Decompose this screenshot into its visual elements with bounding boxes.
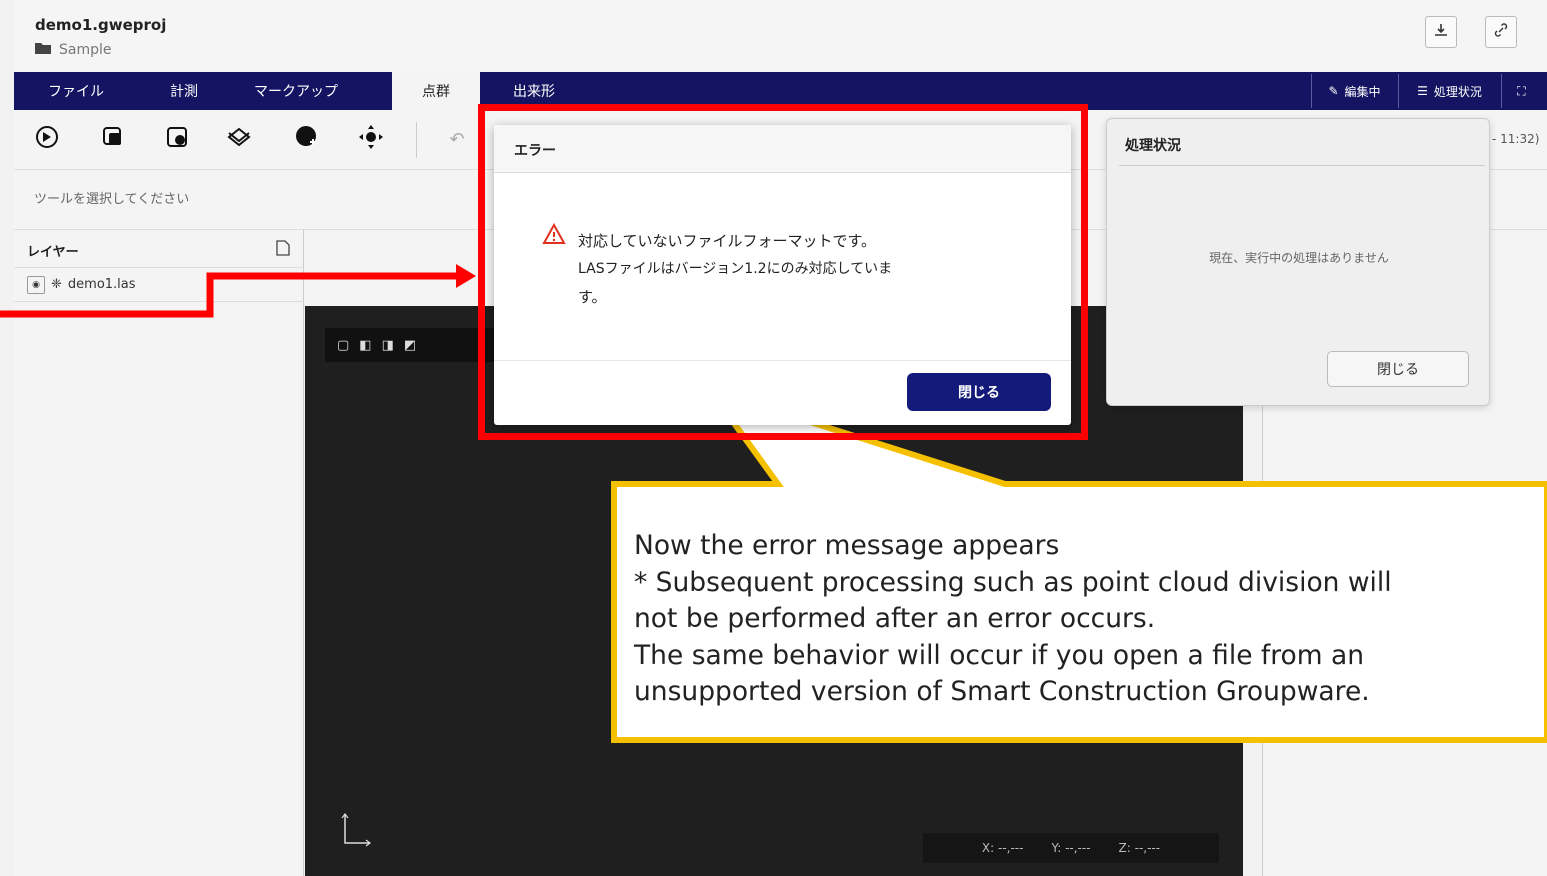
error-message: 対応していないファイルフォーマットです。 LASファイルはバージョン1.2にのみ…: [578, 227, 1028, 311]
callout-line: not be performed after an error occurs.: [634, 603, 1156, 634]
error-dialog-header: エラー: [494, 125, 1071, 173]
red-arrow-line: [0, 272, 460, 318]
annotation-callout: Now the error message appears * Subseque…: [634, 528, 1534, 711]
callout-line: unsupported version of Smart Constructio…: [634, 676, 1370, 707]
error-line: LASファイルはバージョン1.2にのみ対応していま: [578, 261, 893, 277]
callout-line: Now the error message appears: [634, 530, 1060, 561]
error-close-button[interactable]: 閉じる: [907, 373, 1051, 411]
callout-line: The same behavior will occur if you open…: [634, 639, 1365, 671]
error-line: 対応していないファイルフォーマットです。: [578, 232, 877, 250]
error-line: す。: [578, 288, 607, 306]
warning-icon: [542, 222, 566, 249]
error-dialog-divider: [494, 360, 1071, 361]
error-dialog: エラー 対応していないファイルフォーマットです。 LASファイルはバージョン1.…: [494, 125, 1071, 425]
callout-line: * Subsequent processing such as point cl…: [634, 566, 1392, 598]
red-arrow-head: [456, 264, 476, 288]
error-dialog-title: エラー: [514, 143, 556, 159]
